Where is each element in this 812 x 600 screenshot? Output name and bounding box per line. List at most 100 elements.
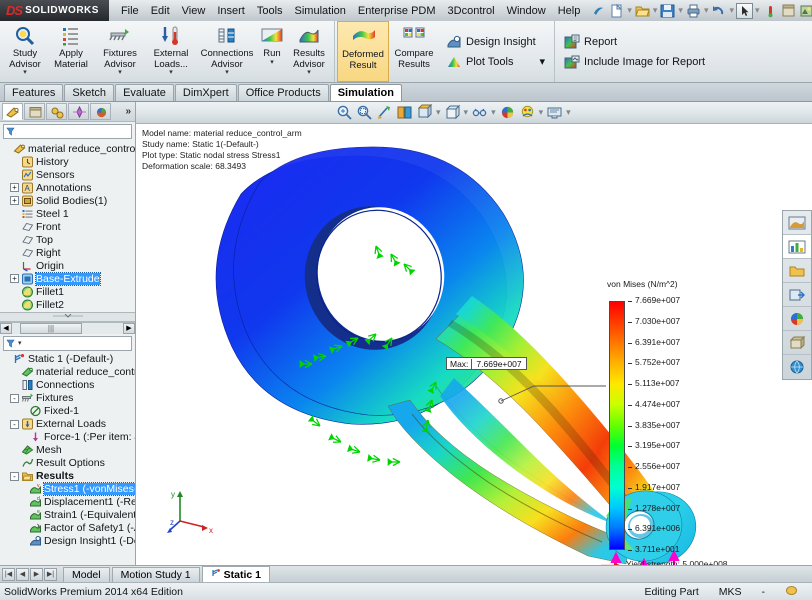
report-row[interactable]: Report bbox=[561, 33, 708, 51]
dropdown-caret-icon[interactable]: ▾ bbox=[464, 107, 469, 118]
previous-tab-button[interactable]: ◀ bbox=[16, 568, 29, 581]
menu-insert[interactable]: Insert bbox=[211, 3, 251, 19]
tab-evaluate[interactable]: Evaluate bbox=[115, 84, 174, 101]
previous-view-icon[interactable] bbox=[376, 104, 393, 121]
menu-edit[interactable]: Edit bbox=[145, 3, 176, 19]
tree-node-external-loads[interactable]: -External Loads bbox=[0, 418, 135, 431]
tree-node-top[interactable]: Top bbox=[0, 233, 135, 246]
tree-node-cut-extrude1[interactable]: +Cut-Extrude1 bbox=[0, 311, 135, 312]
configuration-manager-tab[interactable] bbox=[46, 103, 67, 120]
zoom-to-fit-icon[interactable] bbox=[336, 104, 353, 121]
property-manager-tab[interactable] bbox=[24, 103, 45, 120]
tree-node-static-1-default[interactable]: Static 1 (-Default-) bbox=[0, 353, 135, 366]
display-style-icon[interactable] bbox=[444, 104, 461, 121]
menu-file[interactable]: File bbox=[115, 3, 145, 19]
plot-tools-row[interactable]: Plot Tools ▾ bbox=[443, 53, 548, 71]
tree-node-strain1-equivalent[interactable]: eStrain1 (-Equivalent-) bbox=[0, 509, 135, 522]
compare-results-button[interactable]: Compare Results bbox=[389, 21, 439, 82]
tree-node-displacement1-res-disp[interactable]: dDisplacement1 (-Res disp bbox=[0, 496, 135, 509]
design-insight-row[interactable]: Design Insight bbox=[443, 33, 548, 51]
scroll-left-button[interactable]: ◀ bbox=[0, 323, 12, 334]
run-dropdown-icon[interactable]: ▾ bbox=[270, 60, 274, 66]
dropdown-caret-icon[interactable]: ▾ bbox=[652, 5, 659, 16]
tree-expander[interactable]: - bbox=[10, 420, 19, 429]
folder-icon[interactable] bbox=[783, 259, 811, 283]
tree-node-sensors[interactable]: Sensors bbox=[0, 168, 135, 181]
tree-node-design-insight1-design[interactable]: Design Insight1 (-Design bbox=[0, 535, 135, 548]
select-icon[interactable] bbox=[736, 3, 753, 19]
menu-window[interactable]: Window bbox=[501, 3, 552, 19]
menu-3dcontrol[interactable]: 3Dcontrol bbox=[442, 3, 501, 19]
tree-node-annotations[interactable]: +AAnnotations bbox=[0, 181, 135, 194]
color-wheel-icon[interactable] bbox=[783, 307, 811, 331]
tree-node-steel-1[interactable]: Steel 1 bbox=[0, 207, 135, 220]
pin-icon[interactable] bbox=[590, 3, 607, 19]
save-icon[interactable] bbox=[659, 3, 676, 19]
view-triad[interactable]: y x z bbox=[166, 481, 222, 535]
tree-expander[interactable]: + bbox=[10, 183, 19, 192]
external-loads-dropdown-icon[interactable]: ▾ bbox=[169, 70, 173, 76]
results-advisor-dropdown-icon[interactable]: ▾ bbox=[307, 70, 311, 76]
box-icon[interactable] bbox=[783, 331, 811, 355]
options-icon[interactable] bbox=[780, 3, 797, 19]
connections-advisor-button[interactable]: Connections Advisor ▾ bbox=[196, 21, 258, 82]
apply-scene-icon[interactable] bbox=[519, 104, 536, 121]
scroll-right-button[interactable]: ▶ bbox=[123, 323, 135, 334]
plot-tools-dropdown-icon[interactable]: ▾ bbox=[518, 55, 546, 68]
tree-node-mesh[interactable]: Mesh bbox=[0, 444, 135, 457]
tab-office-products[interactable]: Office Products bbox=[238, 84, 329, 101]
menu-tools[interactable]: Tools bbox=[251, 3, 289, 19]
simulation-tree-filter[interactable]: ▾ bbox=[3, 336, 132, 351]
fixtures-advisor-dropdown-icon[interactable]: ▾ bbox=[118, 70, 122, 76]
chart-icon[interactable] bbox=[783, 235, 811, 259]
tab-motion-study-1[interactable]: Motion Study 1 bbox=[112, 567, 200, 582]
tree-node-results[interactable]: -Results bbox=[0, 470, 135, 483]
status-indicator-icon[interactable] bbox=[775, 585, 808, 599]
hide-show-items-icon[interactable] bbox=[471, 104, 488, 121]
next-tab-button[interactable]: ▶ bbox=[30, 568, 43, 581]
tab-dimxpert[interactable]: DimXpert bbox=[175, 84, 237, 101]
tree-expander[interactable]: - bbox=[10, 394, 19, 403]
apply-material-button[interactable]: Apply Material bbox=[48, 21, 94, 82]
scroll-thumb[interactable]: ||| bbox=[20, 323, 82, 334]
tree-node-base-extrude[interactable]: +Base-Extrude bbox=[0, 272, 135, 285]
tree-node-front[interactable]: Front bbox=[0, 220, 135, 233]
tab-model[interactable]: Model bbox=[63, 567, 110, 582]
tree-expander[interactable]: + bbox=[10, 196, 19, 205]
dropdown-caret-icon[interactable]: ▾ bbox=[754, 5, 761, 16]
edit-appearance-icon[interactable] bbox=[499, 104, 516, 121]
dropdown-caret-icon[interactable]: ▾ bbox=[626, 5, 633, 16]
last-tab-button[interactable]: ▶| bbox=[44, 568, 57, 581]
tree-node-material-reduce-control-arm[interactable]: material reduce_control_arm bbox=[0, 366, 135, 379]
tree-node-right[interactable]: Right bbox=[0, 246, 135, 259]
menu-view[interactable]: View bbox=[176, 3, 212, 19]
simulation-study-tree[interactable]: Static 1 (-Default-)material reduce_cont… bbox=[0, 352, 135, 565]
connections-advisor-dropdown-icon[interactable]: ▾ bbox=[225, 70, 229, 76]
study-advisor-button[interactable]: Study Advisor ▾ bbox=[2, 21, 48, 82]
open-folder-icon[interactable] bbox=[634, 3, 651, 19]
menu-help[interactable]: Help bbox=[552, 3, 587, 19]
undo-icon[interactable] bbox=[710, 3, 727, 19]
display-manager-tab[interactable] bbox=[90, 103, 111, 120]
stress-legend[interactable]: von Mises (N/m^2) 7.669e+0077.030e+0076.… bbox=[601, 279, 771, 565]
tab-static-1[interactable]: Static 1 bbox=[202, 566, 270, 582]
tree-expander[interactable]: - bbox=[10, 472, 19, 481]
export-icon[interactable] bbox=[783, 283, 811, 307]
graphics-viewport[interactable]: ▾ ▾ ▾ ▾ ▾ bbox=[136, 102, 812, 565]
dropdown-caret-icon[interactable]: ▾ bbox=[491, 107, 496, 118]
tab-features[interactable]: Features bbox=[4, 84, 63, 101]
tree-node-fillet1[interactable]: Fillet1 bbox=[0, 285, 135, 298]
tree-node-factor-of-safety1-autom[interactable]: Factor of Safety1 (-Autom bbox=[0, 522, 135, 535]
dropdown-caret-icon[interactable]: ▾ bbox=[566, 107, 571, 118]
view-orientation-icon[interactable] bbox=[416, 104, 433, 121]
run-button[interactable]: Run ▾ bbox=[258, 21, 286, 82]
rebuild-icon[interactable] bbox=[762, 3, 779, 19]
dimxpert-manager-tab[interactable] bbox=[68, 103, 89, 120]
tree-node-connections[interactable]: Connections bbox=[0, 379, 135, 392]
feature-manager-tab[interactable] bbox=[2, 103, 23, 120]
menu-simulation[interactable]: Simulation bbox=[289, 3, 352, 19]
feature-tree[interactable]: material reduce_control_arm (HistorySens… bbox=[0, 141, 135, 312]
tree-expander[interactable]: + bbox=[10, 274, 19, 283]
tree-node-stress1-vonmises[interactable]: vStress1 (-vonMises-) bbox=[0, 483, 135, 496]
tree-node-history[interactable]: History bbox=[0, 155, 135, 168]
